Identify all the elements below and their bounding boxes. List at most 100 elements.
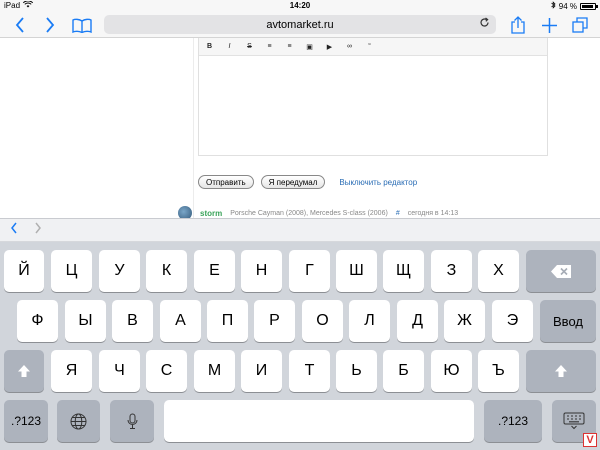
key-row2-2[interactable]: Ы	[65, 300, 106, 342]
comment-author[interactable]: storm	[200, 209, 222, 218]
editor-actions: Отправить Я передумал Выключить редактор	[198, 175, 417, 189]
quote-icon[interactable]: “	[365, 43, 374, 50]
battery-icon	[580, 2, 598, 10]
shift-icon	[555, 365, 567, 377]
dictation-key[interactable]	[110, 400, 154, 442]
key-row2-6[interactable]: Р	[254, 300, 295, 342]
chevron-right-icon	[35, 222, 41, 234]
numbers-key-left[interactable]: .?123	[4, 400, 48, 442]
back-button[interactable]	[8, 14, 32, 36]
key-row2-9[interactable]: Д	[397, 300, 438, 342]
key-row1-10[interactable]: З	[431, 250, 472, 292]
key-row3-9[interactable]: Ю	[431, 350, 472, 392]
bluetooth-icon	[551, 1, 556, 11]
image-icon[interactable]: ▣	[305, 43, 314, 51]
key-row1-9[interactable]: Щ	[383, 250, 424, 292]
book-icon	[72, 18, 92, 33]
key-row2-10[interactable]: Ж	[444, 300, 485, 342]
chevron-left-icon	[15, 17, 24, 33]
comment-permalink[interactable]: #	[396, 210, 400, 217]
key-row1-5[interactable]: Е	[194, 250, 235, 292]
key-row3-5[interactable]: И	[241, 350, 282, 392]
next-field-button[interactable]	[34, 221, 42, 238]
disable-editor-link[interactable]: Выключить редактор	[339, 178, 417, 187]
globe-key[interactable]	[57, 400, 100, 442]
comment-time: сегодня в 14:13	[407, 209, 459, 217]
key-row3-2[interactable]: Ч	[99, 350, 140, 392]
status-right: 94 %	[551, 1, 598, 11]
comment-editor[interactable]: B I S ≡ ≡ ▣ ▶ ∞ “	[198, 38, 548, 156]
editor-toolbar: B I S ≡ ≡ ▣ ▶ ∞ “	[199, 38, 547, 56]
key-row2-4[interactable]: А	[160, 300, 201, 342]
numbered-list-icon[interactable]: ≡	[285, 43, 294, 50]
previous-field-button[interactable]	[10, 221, 18, 238]
key-row1-2[interactable]: Ц	[51, 250, 92, 292]
address-bar[interactable]: avtomarket.ru	[104, 15, 496, 34]
tabs-icon	[572, 17, 588, 33]
link-icon[interactable]: ∞	[345, 43, 354, 50]
key-row1-8[interactable]: Ш	[336, 250, 377, 292]
shift-key-left[interactable]	[4, 350, 44, 392]
key-row2-8[interactable]: Л	[349, 300, 390, 342]
share-button[interactable]	[506, 14, 530, 36]
key-row1-4[interactable]: К	[146, 250, 187, 292]
reload-icon[interactable]	[479, 17, 490, 31]
key-row3-4[interactable]: М	[194, 350, 235, 392]
url-text: avtomarket.ru	[266, 18, 334, 31]
backspace-key[interactable]	[526, 250, 596, 292]
send-button[interactable]: Отправить	[198, 175, 254, 189]
keyboard-accessory-bar	[0, 218, 600, 242]
key-row1-6[interactable]: Н	[241, 250, 282, 292]
web-page: B I S ≡ ≡ ▣ ▶ ∞ “ Отправить Я передумал …	[0, 38, 600, 218]
key-row3-3[interactable]: С	[146, 350, 187, 392]
key-row2-11[interactable]: Э	[492, 300, 533, 342]
key-row2-5[interactable]: П	[207, 300, 248, 342]
return-key[interactable]: Ввод	[540, 300, 596, 342]
bookmarks-button[interactable]	[70, 14, 94, 36]
avatar[interactable]	[178, 206, 192, 218]
bullet-list-icon[interactable]: ≡	[265, 43, 274, 50]
key-row3-1[interactable]: Я	[51, 350, 92, 392]
key-row1-7[interactable]: Г	[289, 250, 330, 292]
key-row1-1[interactable]: Й	[4, 250, 44, 292]
watermark-badge: V	[583, 433, 597, 447]
numbers-key-right[interactable]: .?123	[484, 400, 542, 442]
key-row3-7[interactable]: Ь	[336, 350, 377, 392]
column-divider	[193, 38, 194, 218]
key-row3-10[interactable]: Ъ	[478, 350, 519, 392]
tabs-button[interactable]	[568, 14, 592, 36]
new-tab-button[interactable]	[537, 14, 561, 36]
shift-icon	[18, 365, 30, 377]
italic-icon[interactable]: I	[225, 43, 234, 50]
delete-icon	[551, 264, 571, 278]
battery-percent: 94 %	[558, 1, 577, 11]
space-key[interactable]	[164, 400, 474, 442]
bold-icon[interactable]: B	[205, 43, 214, 50]
key-row1-3[interactable]: У	[99, 250, 140, 292]
key-row1-11[interactable]: Х	[478, 250, 519, 292]
key-row2-3[interactable]: В	[112, 300, 153, 342]
key-row2-7[interactable]: О	[302, 300, 343, 342]
keyboard: Й Ц У К Е Н Г Ш Щ З Х Ф Ы В А П Р О Л Д …	[0, 242, 600, 450]
browser-toolbar: avtomarket.ru	[0, 12, 600, 38]
battery-fill	[582, 4, 594, 8]
key-row3-8[interactable]: Б	[383, 350, 424, 392]
screen: iPad 14:20 94 % avtomarket.ru B I S ≡ ≡ …	[0, 0, 600, 450]
key-row3-6[interactable]: Т	[289, 350, 330, 392]
chevron-left-icon	[11, 222, 17, 234]
status-bar: iPad 14:20 94 %	[0, 0, 600, 12]
editor-text-area[interactable]	[199, 56, 547, 155]
status-time: 14:20	[289, 1, 311, 10]
video-icon[interactable]: ▶	[325, 43, 334, 51]
microphone-icon	[127, 413, 137, 429]
shift-key-right[interactable]	[526, 350, 596, 392]
share-icon	[511, 16, 525, 34]
forward-button[interactable]	[38, 14, 62, 36]
plus-icon	[541, 17, 557, 33]
key-row2-1[interactable]: Ф	[17, 300, 58, 342]
comment-header: storm Porsche Cayman (2008), Mercedes S-…	[178, 206, 458, 218]
cancel-button[interactable]: Я передумал	[260, 175, 326, 189]
globe-icon	[70, 413, 87, 429]
chevron-right-icon	[46, 17, 55, 33]
strikethrough-icon[interactable]: S	[245, 43, 254, 50]
